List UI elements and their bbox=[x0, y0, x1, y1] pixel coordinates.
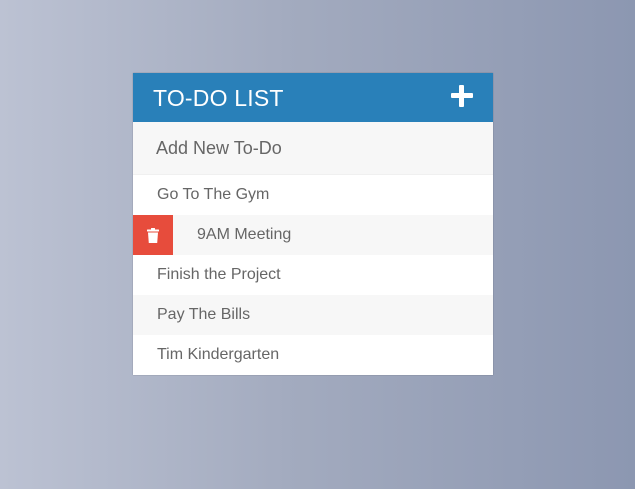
todo-list: Go To The Gym 9AM Meeting Finish the Pro… bbox=[133, 175, 493, 375]
new-todo-row bbox=[133, 122, 493, 175]
todo-label: 9AM Meeting bbox=[197, 226, 292, 243]
list-item[interactable]: Tim Kindergarten bbox=[133, 335, 493, 375]
todo-label: Finish the Project bbox=[157, 266, 281, 283]
todo-label: Tim Kindergarten bbox=[157, 346, 280, 363]
todo-label: Pay The Bills bbox=[157, 306, 251, 323]
trash-icon bbox=[147, 227, 159, 243]
new-todo-input[interactable] bbox=[156, 137, 456, 159]
todo-card: TO-DO LIST Go To The Gym 9AM Meeting Fin… bbox=[133, 73, 493, 375]
plus-icon[interactable] bbox=[451, 84, 473, 107]
page-title: TO-DO LIST bbox=[153, 85, 284, 111]
list-item[interactable]: Finish the Project bbox=[133, 255, 493, 295]
todo-header: TO-DO LIST bbox=[133, 73, 493, 122]
list-item[interactable]: Pay The Bills bbox=[133, 295, 493, 335]
todo-label: Go To The Gym bbox=[157, 186, 270, 203]
list-item[interactable]: 9AM Meeting bbox=[133, 215, 493, 255]
delete-button[interactable] bbox=[133, 215, 173, 255]
list-item[interactable]: Go To The Gym bbox=[133, 175, 493, 215]
